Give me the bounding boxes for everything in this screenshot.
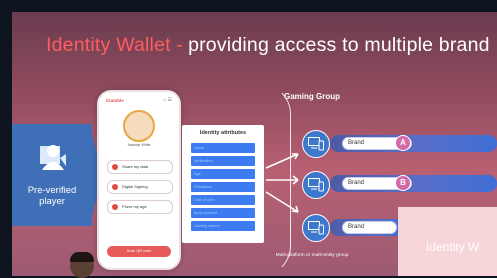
devices-icon <box>308 221 324 235</box>
multi-platform-label: Multi-platform or multi-entity group <box>275 253 349 258</box>
gaming-group-label: Gaming Group <box>284 92 340 101</box>
user-card-icon <box>40 145 66 170</box>
device-circle-b <box>302 171 330 199</box>
phone-header-icons: ⌂ ☰ <box>163 97 172 103</box>
group-bracket <box>250 84 291 276</box>
attribute-item: Gaming history <box>191 221 255 231</box>
brand-b-label: Brand <box>348 180 365 186</box>
scan-qr-button[interactable]: Scan QR code <box>107 246 171 257</box>
devices-icon <box>308 178 324 192</box>
share-icon <box>112 163 118 170</box>
attribute-item: Name <box>191 143 255 153</box>
age-icon <box>112 203 118 210</box>
player-label: Pre-verified player <box>27 185 77 207</box>
title-rest-part: providing access to multiple brand <box>188 34 490 56</box>
presenter-hair <box>70 252 94 262</box>
avatar <box>123 110 155 142</box>
attribute-item: Date of birth <box>191 195 255 205</box>
brand-a-badge: A <box>395 135 411 151</box>
digital-signing-button[interactable]: Digital Signing <box>107 180 173 194</box>
share-data-label: Share my data <box>122 164 149 169</box>
attribute-item: Residence <box>191 182 255 192</box>
attribute-item: Verification <box>191 156 255 166</box>
slide-title: Identity Wallet - providing access to mul… <box>46 34 490 57</box>
phone-mockup: iGamble ⌂ ☰ Jassmyr White Share my data … <box>97 90 181 270</box>
attribute-item: Bank account <box>191 208 255 218</box>
title-brand-part: Identity Wallet - <box>46 34 184 56</box>
signature-icon <box>112 183 118 190</box>
device-circle-c <box>302 214 330 242</box>
prove-age-button[interactable]: Prove my age <box>107 200 173 214</box>
brand-c-label: Brand <box>348 224 365 230</box>
share-data-button[interactable]: Share my data <box>107 160 173 174</box>
phone-user-name: Jassmyr White <box>127 143 151 147</box>
attribute-item: Age <box>191 169 255 179</box>
brand-a-label: Brand <box>348 140 365 146</box>
brand-c-pill[interactable]: Brand <box>342 221 397 234</box>
device-circle-a <box>302 130 330 158</box>
devices-icon <box>308 137 324 151</box>
digital-signing-label: Digital Signing <box>122 184 148 189</box>
phone-app-brand: iGamble <box>106 98 124 103</box>
brand-b-badge: B <box>395 175 411 191</box>
presentation-slide: Identity Wallet - providing access to mul… <box>12 12 497 276</box>
overlay-title: Identity W <box>426 240 480 254</box>
next-slide-overlay: Identity W <box>398 207 497 276</box>
prove-age-label: Prove my age <box>122 204 147 209</box>
